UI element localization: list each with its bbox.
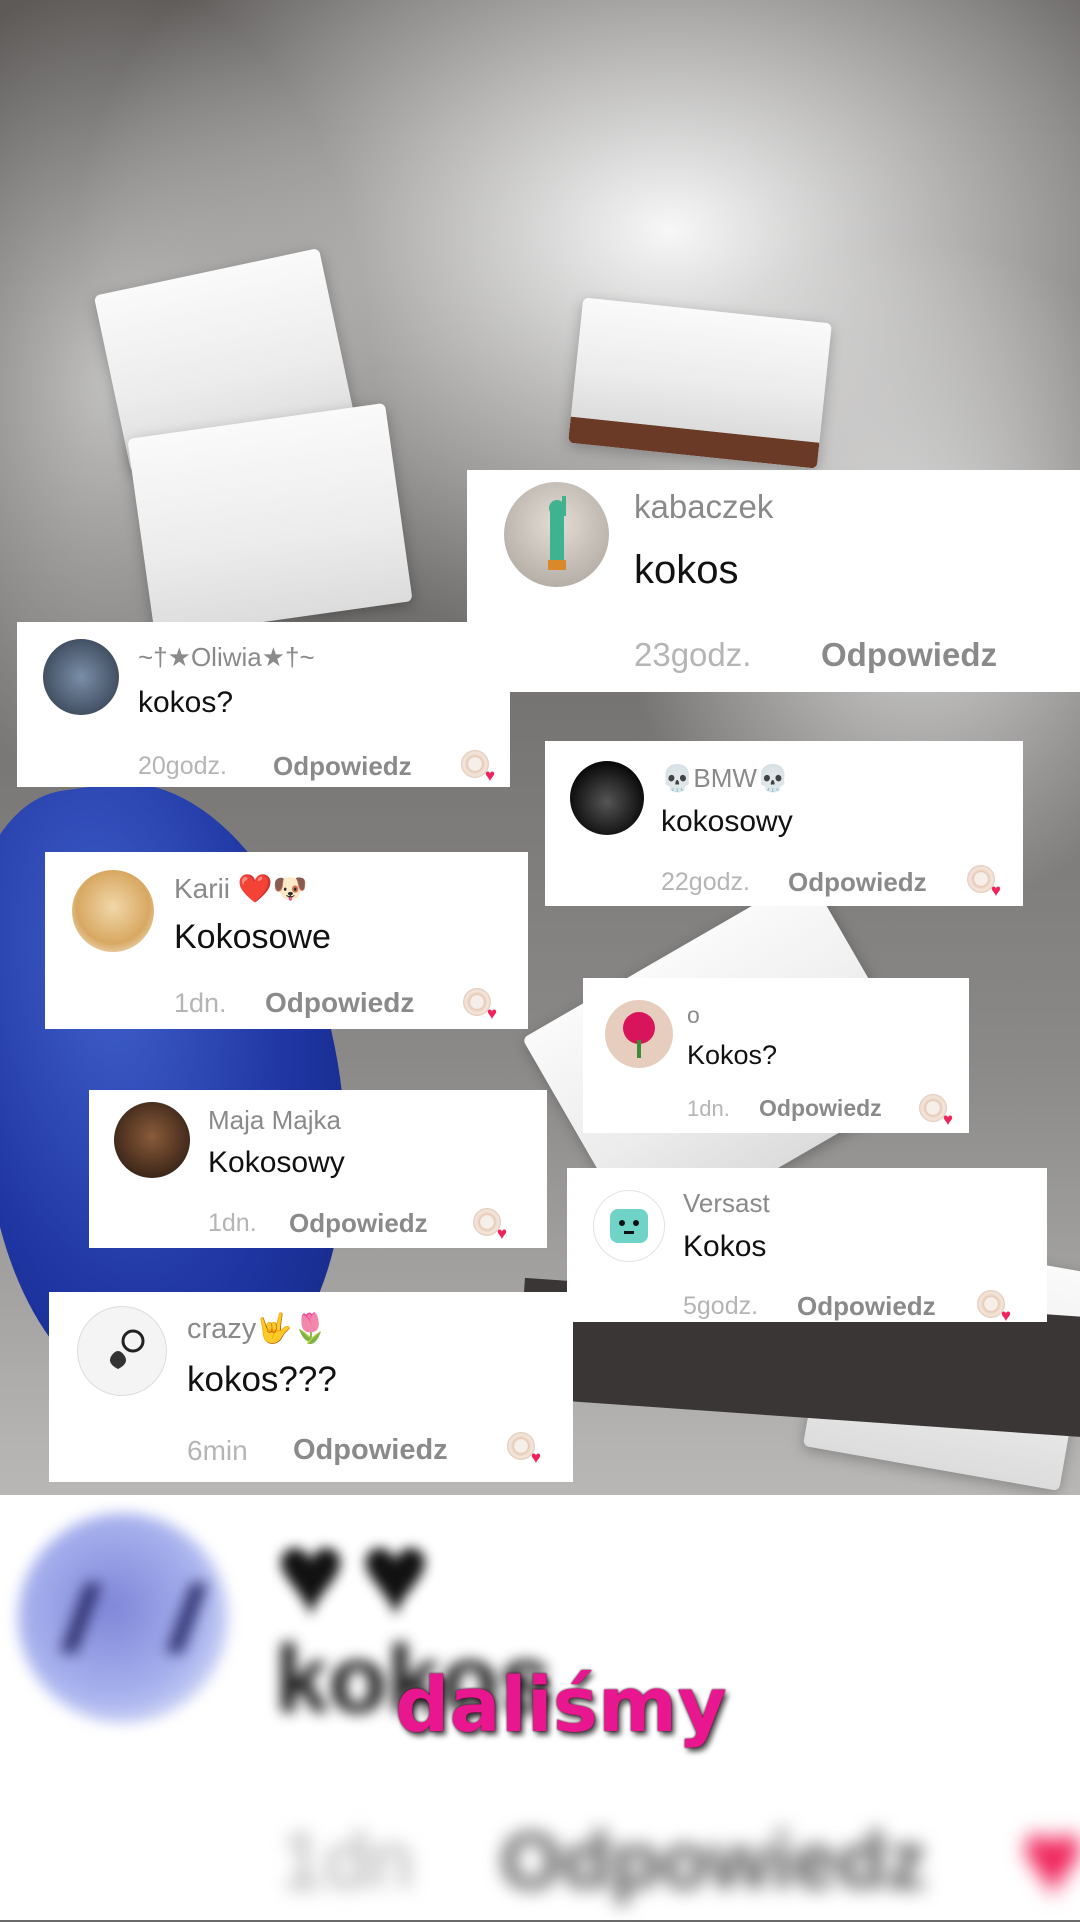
dog-avatar[interactable] (114, 1102, 190, 1178)
comment-time: 20godz. (138, 752, 227, 780)
comment-card[interactable]: Versast Kokos 5godz. Odpowiedz ♥ (567, 1168, 1047, 1324)
reply-button[interactable]: Odpowiedz (797, 1291, 936, 1322)
comment-text: Kokosowe (174, 918, 331, 956)
comment-card[interactable]: crazy🤟🌷 kokos??? 6min Odpowiedz ♥ (49, 1292, 573, 1482)
comment-text: Kokos? (687, 1040, 778, 1070)
caption-text: daliśmy (395, 1660, 727, 1749)
cartoon-avatar[interactable] (593, 1190, 665, 1262)
comment-text: kokosowy (661, 805, 793, 838)
black-car-avatar[interactable] (570, 761, 644, 835)
reply-button[interactable]: Odpowiedz (289, 1208, 428, 1239)
creator-liked-icon: ♥ (507, 1432, 541, 1466)
comment-card[interactable]: ~†★Oliwia★†~ kokos? 20godz. Odpowiedz ♥ (17, 622, 510, 787)
car-avatar[interactable] (43, 639, 119, 715)
comment-time: 23godz. (634, 636, 752, 673)
comment-time: 1dn. (174, 988, 227, 1018)
comment-username[interactable]: Maja Majka (208, 1105, 341, 1136)
comment-card[interactable]: kabaczek kokos 23godz. Odpowiedz (467, 470, 1080, 692)
comment-card[interactable]: o Kokos? 1dn. Odpowiedz ♥ (583, 978, 969, 1133)
comment-time: 22godz. (661, 868, 750, 896)
comment-text: kokos (634, 548, 739, 592)
comment-card[interactable]: 💀BMW💀 kokosowy 22godz. Odpowiedz ♥ (545, 741, 1023, 906)
reply-button[interactable]: Odpowiedz (265, 987, 414, 1019)
puppy-avatar[interactable] (72, 870, 154, 952)
creator-liked-icon: ♥ (919, 1094, 953, 1128)
creator-liked-icon: ♥ (463, 988, 497, 1022)
blurred-hearts-icon: ♥ ♥ (275, 1507, 431, 1641)
reply-button[interactable]: Odpowiedz (273, 751, 412, 782)
sketch-avatar[interactable] (77, 1306, 167, 1396)
creator-liked-icon: ♥ (977, 1290, 1011, 1324)
comment-username[interactable]: ~†★Oliwia★†~ (138, 642, 315, 673)
comment-text: Kokosowy (208, 1146, 345, 1179)
blurred-avatar (18, 1513, 228, 1723)
creator-liked-icon: ♥ (473, 1208, 507, 1242)
comment-username[interactable]: o (687, 1002, 700, 1029)
comment-time: 1dn. (208, 1209, 257, 1237)
comment-time: 1dn. (687, 1096, 730, 1121)
reply-button[interactable]: Odpowiedz (293, 1434, 448, 1467)
blurred-reply: Odpowiedz (500, 1816, 927, 1905)
pink-flower-avatar[interactable] (605, 1000, 673, 1068)
blurred-time: 1dn (280, 1816, 414, 1905)
reply-button[interactable]: Odpowiedz (821, 636, 997, 674)
comment-text: kokos? (138, 686, 234, 719)
comment-username[interactable]: Versast (683, 1188, 770, 1219)
creator-liked-icon: ♥ (461, 750, 495, 784)
comment-username[interactable]: 💀BMW💀 (661, 763, 789, 794)
comment-text: kokos??? (187, 1360, 337, 1399)
reply-button[interactable]: Odpowiedz (788, 867, 927, 898)
comment-time: 6min (187, 1435, 248, 1466)
cake-piece (127, 402, 413, 638)
comment-card[interactable]: Karii ❤️🐶 Kokosowe 1dn. Odpowiedz ♥ (45, 852, 528, 1029)
comment-username[interactable]: kabaczek (634, 488, 773, 526)
comment-username[interactable]: Karii ❤️🐶 (174, 872, 308, 905)
comment-time: 5godz. (683, 1292, 759, 1320)
comment-text: Kokos (683, 1230, 767, 1263)
creator-liked-icon: ♥ (967, 865, 1001, 899)
reply-button[interactable]: Odpowiedz (759, 1095, 882, 1122)
blurred-like-icon: ♥ (1020, 1797, 1080, 1920)
statue-of-liberty-avatar[interactable] (504, 482, 609, 587)
blurred-comment-banner: ♥ ♥ kokos 1dn Odpowiedz ♥ daliśmy (0, 1495, 1080, 1920)
cake-piece (568, 297, 832, 469)
comment-card[interactable]: Maja Majka Kokosowy 1dn. Odpowiedz ♥ (89, 1090, 547, 1248)
comment-username[interactable]: crazy🤟🌷 (187, 1312, 329, 1346)
